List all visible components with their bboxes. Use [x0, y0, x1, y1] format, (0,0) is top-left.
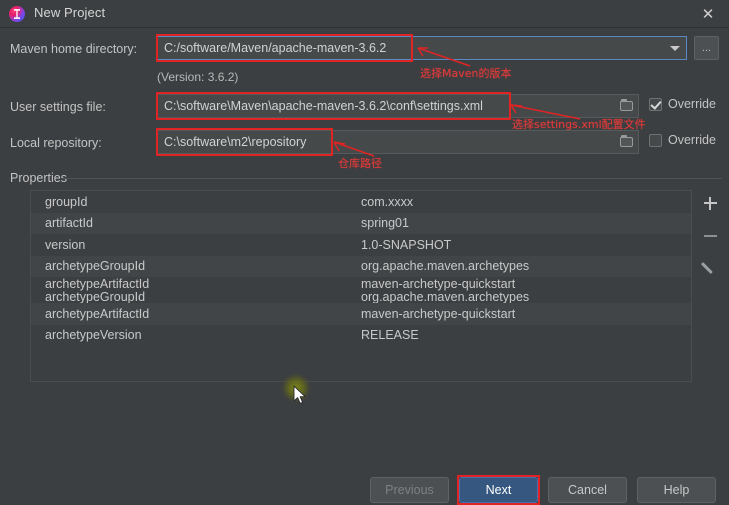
- table-row[interactable]: artifactId spring01: [31, 212, 691, 234]
- property-key: groupId: [45, 194, 88, 209]
- property-key: artifactId: [45, 216, 93, 231]
- property-value: RELEASE: [361, 328, 419, 343]
- repository-override-label: Override: [668, 133, 716, 147]
- table-row[interactable]: groupId com.xxxx: [31, 191, 691, 213]
- property-key: archetypeArtifactId: [45, 276, 150, 291]
- user-settings-label: User settings file:: [10, 100, 106, 114]
- table-row[interactable]: version 1.0-SNAPSHOT: [31, 234, 691, 256]
- previous-button[interactable]: Previous: [370, 477, 449, 503]
- maven-home-browse-button[interactable]: ...: [694, 36, 719, 60]
- folder-icon[interactable]: [614, 95, 638, 117]
- cancel-button[interactable]: Cancel: [548, 477, 627, 503]
- titlebar: New Project ✕: [0, 0, 729, 28]
- property-value: maven-archetype-quickstart: [361, 306, 516, 321]
- property-key: archetypeGroupId: [45, 259, 146, 274]
- annotation-text-repo-path: 仓库路径: [338, 157, 382, 170]
- property-key: version: [45, 237, 86, 252]
- chevron-down-icon[interactable]: [664, 37, 686, 59]
- property-value: org.apache.maven.archetypes: [361, 259, 530, 274]
- settings-override-checkbox[interactable]: Override: [649, 97, 716, 111]
- maven-home-value[interactable]: C:/software/Maven/apache-maven-3.6.2: [158, 41, 664, 55]
- property-key: archetypeVersion: [45, 328, 142, 343]
- table-row[interactable]: archetypeArtifactId maven-archetype-quic…: [31, 276, 691, 291]
- property-value: 1.0-SNAPSHOT: [361, 237, 452, 252]
- properties-separator: [62, 178, 722, 179]
- close-icon[interactable]: ✕: [695, 3, 721, 25]
- property-value: org.apache.maven.archetypes: [361, 289, 530, 304]
- property-value: com.xxxx: [361, 194, 414, 209]
- folder-icon[interactable]: [614, 131, 638, 153]
- table-row[interactable]: archetypeGroupId org.apache.maven.archet…: [31, 255, 691, 277]
- user-settings-value[interactable]: C:\software\Maven\apache-maven-3.6.2\con…: [158, 99, 614, 113]
- properties-toolbar: [696, 193, 724, 279]
- maven-home-combo[interactable]: C:/software/Maven/apache-maven-3.6.2: [157, 36, 687, 60]
- table-row[interactable]: archetypeGroupId org.apache.maven.archet…: [31, 289, 691, 304]
- plus-icon[interactable]: [700, 193, 720, 213]
- annotation-text-maven-version: 选择Maven的版本: [420, 67, 512, 80]
- property-value: spring01: [361, 216, 409, 231]
- properties-section-label: Properties: [10, 171, 67, 185]
- new-project-dialog: New Project ✕ Maven home directory: C:/s…: [0, 0, 729, 505]
- table-row[interactable]: archetypeVersion RELEASE: [31, 325, 691, 347]
- minus-icon[interactable]: [700, 226, 720, 246]
- pencil-icon[interactable]: [700, 259, 720, 279]
- maven-home-label: Maven home directory:: [10, 42, 138, 56]
- table-row[interactable]: archetypeArtifactId maven-archetype-quic…: [31, 303, 691, 325]
- maven-version-note: (Version: 3.6.2): [157, 70, 239, 84]
- repository-override-checkbox[interactable]: Override: [649, 133, 716, 147]
- intellij-idea-icon: [9, 6, 25, 22]
- local-repository-field[interactable]: C:\software\m2\repository: [157, 130, 639, 154]
- help-button[interactable]: Help: [637, 477, 716, 503]
- mouse-cursor-icon: [293, 385, 306, 404]
- property-key: archetypeArtifactId: [45, 306, 150, 321]
- property-key: archetypeGroupId: [45, 289, 146, 304]
- next-button[interactable]: Next: [459, 477, 538, 503]
- local-repository-value[interactable]: C:\software\m2\repository: [158, 135, 614, 149]
- property-value: maven-archetype-quickstart: [361, 276, 516, 291]
- checkbox-icon[interactable]: [649, 97, 662, 111]
- properties-table[interactable]: groupId com.xxxx artifactId spring01 ver…: [30, 190, 692, 382]
- user-settings-field[interactable]: C:\software\Maven\apache-maven-3.6.2\con…: [157, 94, 639, 118]
- local-repository-label: Local repository:: [10, 136, 102, 150]
- window-title: New Project: [34, 5, 106, 20]
- settings-override-label: Override: [668, 97, 716, 111]
- checkbox-icon[interactable]: [649, 133, 662, 147]
